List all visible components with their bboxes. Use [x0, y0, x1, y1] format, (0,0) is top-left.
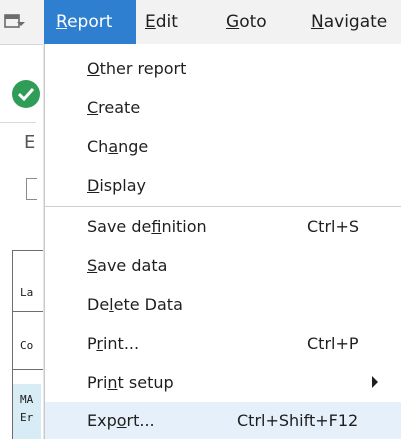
label-post: reate: [98, 98, 141, 117]
menu-item-delete-data[interactable]: Delete Data: [45, 285, 401, 324]
label-mnemonic: O: [87, 59, 100, 78]
shortcut-label: Ctrl+S: [307, 217, 360, 236]
submenu-arrow-icon: [372, 376, 378, 388]
check-circle-icon[interactable]: [12, 80, 40, 108]
menu-item-other-report[interactable]: Other report: [45, 49, 401, 88]
label-mnemonic: S: [87, 256, 98, 275]
menu-item-label: Export...: [87, 402, 155, 439]
menu-navigate-label: avigate: [323, 12, 388, 32]
label-post: t setup: [117, 373, 174, 392]
menu-goto-label: oto: [239, 12, 267, 32]
label-mnemonic: C: [87, 98, 99, 117]
menu-bar: Report Edit Goto Navigate: [0, 0, 401, 45]
menu-edit[interactable]: Edit: [137, 0, 186, 44]
background-label: E: [24, 132, 36, 153]
grid-cell: Er: [20, 411, 34, 424]
label-post: nge: [118, 137, 149, 156]
label-post: isplay: [99, 176, 146, 195]
label-pre: Save de: [87, 217, 152, 236]
label-mnemonic: a: [108, 137, 119, 156]
menu-item-export[interactable]: Export... Ctrl+Shift+F12: [45, 402, 401, 439]
label-pre: P: [87, 334, 97, 353]
label-mnemonic: o: [116, 411, 127, 430]
label-pre: Ch: [87, 137, 109, 156]
label-mnemonic: r: [96, 334, 103, 353]
menu-toggle-icon[interactable]: [4, 14, 26, 30]
menu-navigate-mnemonic: N: [311, 12, 324, 32]
background-input-field[interactable]: [26, 178, 37, 200]
shortcut-label: Ctrl+P: [307, 334, 359, 353]
grid-row-line: [13, 311, 43, 312]
menu-item-print-setup[interactable]: Print setup: [45, 363, 401, 402]
menu-item-label: Display: [87, 166, 146, 205]
label-mnemonic: f: [151, 217, 162, 236]
grid-row-line: [13, 369, 43, 370]
label-post: int...: [102, 334, 140, 353]
menu-item-label: Create: [87, 88, 140, 127]
menu-item-save-data[interactable]: Save data: [45, 246, 401, 285]
menu-goto[interactable]: Goto: [218, 0, 275, 44]
menu-report[interactable]: Report: [44, 0, 136, 44]
grid-cell: MA: [20, 393, 34, 406]
label-post: ave data: [97, 256, 168, 275]
menu-item-label: Save data: [87, 246, 167, 285]
shortcut-label: Ctrl+Shift+F12: [237, 411, 359, 430]
menu-item-create[interactable]: Create: [45, 88, 401, 127]
label-pre: Pri: [87, 373, 108, 392]
report-dropdown-menu: Other report Create Change Display Save …: [44, 44, 401, 439]
menu-goto-mnemonic: G: [226, 12, 240, 32]
menu-item-label: Change: [87, 127, 148, 166]
menu-item-label: Print...: [87, 324, 139, 363]
label-post: ete Data: [113, 295, 183, 314]
menu-item-display[interactable]: Display: [45, 166, 401, 205]
toolbar-divider: [0, 122, 36, 123]
menu-edit-label: dit: [155, 12, 178, 32]
label-mnemonic: n: [107, 373, 118, 392]
sap-window: Report Edit Goto Navigate E La Co MA Er …: [0, 0, 401, 439]
label-pre: De: [87, 295, 110, 314]
label-pre: Exp: [87, 411, 117, 430]
label-post: ther report: [99, 59, 187, 78]
grid-cell: La: [20, 286, 34, 299]
label-post: inition: [161, 217, 207, 236]
grid-cell: Co: [20, 339, 34, 352]
menu-item-change[interactable]: Change: [45, 127, 401, 166]
menu-navigate[interactable]: Navigate: [303, 0, 395, 44]
menu-edit-mnemonic: E: [145, 12, 156, 32]
menu-report-mnemonic: R: [56, 12, 68, 32]
menu-item-save-definition[interactable]: Save definition Ctrl+S: [45, 207, 401, 246]
menu-item-print[interactable]: Print... Ctrl+P: [45, 324, 401, 363]
menu-item-label: Delete Data: [87, 285, 183, 324]
menu-item-label: Print setup: [87, 363, 174, 402]
menu-item-label: Save definition: [87, 207, 207, 246]
label-mnemonic: D: [87, 176, 100, 195]
menu-report-label: eport: [67, 12, 113, 32]
menu-item-label: Other report: [87, 49, 186, 88]
label-post: rt...: [126, 411, 155, 430]
